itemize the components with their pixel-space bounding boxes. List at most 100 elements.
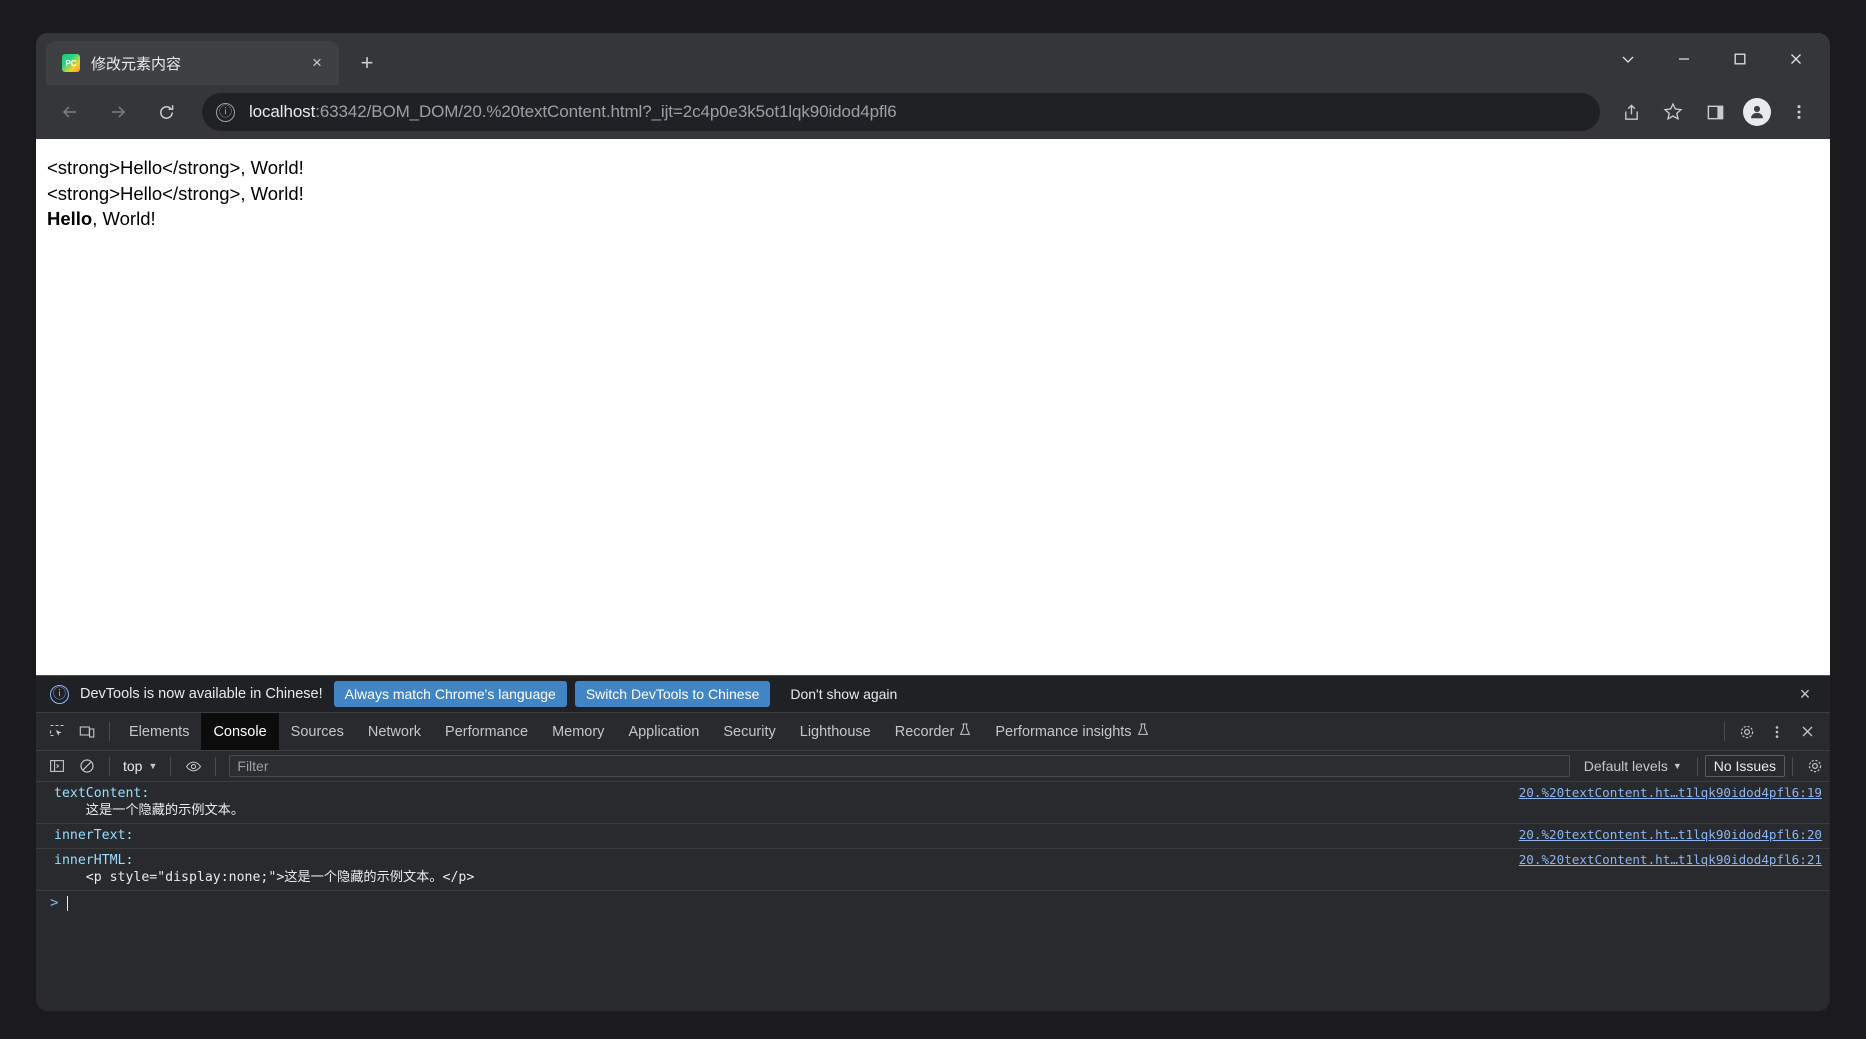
tab-lighthouse[interactable]: Lighthouse	[788, 713, 883, 750]
live-expression-icon[interactable]	[178, 752, 208, 780]
console-source-link[interactable]: 20.%20textContent.ht…t1lqk90idod4pfl6:19	[1519, 785, 1822, 800]
console-message-label: innerHTML:	[54, 853, 134, 868]
divider	[170, 756, 172, 776]
browser-toolbar: ⓘ localhost:63342/BOM_DOM/20.%20textCont…	[36, 85, 1830, 139]
side-panel-icon[interactable]	[1697, 94, 1733, 130]
switch-to-chinese-button[interactable]: Switch DevTools to Chinese	[574, 681, 771, 707]
console-message-label: textContent:	[54, 786, 150, 801]
divider	[109, 756, 110, 776]
tab-application[interactable]: Application	[616, 713, 711, 750]
table-row[interactable]: textContent: 这是一个隐藏的示例文本。 20.%20textCont…	[36, 782, 1830, 824]
divider	[1696, 756, 1698, 776]
page-viewport: <strong>Hello</strong>, World! <strong>H…	[36, 139, 1830, 675]
back-arrow-icon[interactable]	[52, 94, 88, 130]
url-host: localhost	[249, 102, 316, 121]
reload-icon[interactable]	[148, 94, 184, 130]
gear-icon[interactable]	[1732, 718, 1762, 746]
tab-sources[interactable]: Sources	[279, 713, 356, 750]
clear-console-icon[interactable]	[72, 752, 102, 780]
more-vertical-icon[interactable]	[1762, 718, 1792, 746]
forward-arrow-icon[interactable]	[100, 94, 136, 130]
console-context-value: top	[123, 758, 143, 774]
console-message-label: innerText:	[54, 828, 134, 843]
pycharm-icon: PC	[62, 54, 80, 72]
tab-performance[interactable]: Performance	[433, 713, 540, 750]
divider	[1792, 756, 1793, 776]
close-icon[interactable]: ×	[1792, 681, 1818, 707]
console-sidebar-icon[interactable]	[42, 752, 72, 780]
window-controls	[1600, 41, 1824, 77]
tab-elements[interactable]: Elements	[117, 713, 201, 750]
prompt-caret-icon: >	[50, 895, 59, 911]
console-message-text: innerHTML: <p style="display:none;">这是一个…	[54, 852, 1505, 886]
page-line-3-rest: , World!	[92, 208, 156, 229]
chevron-down-icon[interactable]	[1600, 41, 1656, 77]
close-icon[interactable]	[1792, 718, 1822, 746]
devtools-tab-bar: Elements Console Sources Network Perform…	[36, 713, 1830, 751]
tab-memory[interactable]: Memory	[540, 713, 616, 750]
console-prompt[interactable]: >	[36, 891, 1830, 915]
devtools-panel: ⓘ DevTools is now available in Chinese! …	[36, 675, 1830, 1011]
tab-console[interactable]: Console	[201, 713, 279, 750]
chevron-down-icon: ▼	[148, 761, 158, 771]
console-filter-input[interactable]: Filter	[229, 755, 1570, 777]
chevron-down-icon: ▼	[1672, 761, 1682, 771]
devtools-language-banner: ⓘ DevTools is now available in Chinese! …	[36, 676, 1830, 713]
page-line-2: <strong>Hello</strong>, World!	[47, 182, 304, 204]
tab-strip: PC 修改元素内容 × +	[36, 33, 1830, 85]
maximize-icon[interactable]	[1712, 41, 1768, 77]
page-line-1: <strong>Hello</strong>, World!	[47, 157, 304, 178]
banner-message: DevTools is now available in Chinese!	[80, 686, 323, 702]
url-text: localhost:63342/BOM_DOM/20.%20textConten…	[249, 102, 897, 122]
experiment-flask-icon	[1137, 723, 1149, 740]
always-match-language-button[interactable]: Always match Chrome's language	[333, 681, 567, 707]
table-row[interactable]: innerHTML: <p style="display:none;">这是一个…	[36, 849, 1830, 891]
bookmark-star-icon[interactable]	[1655, 94, 1691, 130]
console-message-list[interactable]: textContent: 这是一个隐藏的示例文本。 20.%20textCont…	[36, 782, 1830, 1011]
tab-performance-insights-label: Performance insights	[995, 723, 1132, 740]
console-source-link[interactable]: 20.%20textContent.ht…t1lqk90idod4pfl6:21	[1519, 852, 1822, 867]
close-icon[interactable]	[1768, 41, 1824, 77]
minimize-icon[interactable]	[1656, 41, 1712, 77]
url-path: :63342/BOM_DOM/20.%20textContent.html?_i…	[315, 102, 897, 121]
console-source-link[interactable]: 20.%20textContent.ht…t1lqk90idod4pfl6:20	[1519, 827, 1822, 842]
text-cursor	[67, 895, 69, 911]
console-message-body: <p style="display:none;">这是一个隐藏的示例文本。</p…	[54, 870, 475, 885]
close-icon[interactable]: ×	[305, 51, 329, 75]
console-log-levels-value: Default levels	[1583, 758, 1668, 774]
dont-show-again-button[interactable]: Don't show again	[778, 680, 909, 708]
page-line-3-bold: Hello	[47, 208, 93, 229]
console-message-text: textContent: 这是一个隐藏的示例文本。	[54, 785, 1505, 819]
browser-window: PC 修改元素内容 × + ⓘ localhost:63342/BOM_DOM/…	[36, 33, 1830, 1011]
issues-status-badge[interactable]: No Issues	[1704, 755, 1785, 777]
divider	[1724, 722, 1725, 741]
tab-recorder-label: Recorder	[894, 723, 955, 740]
console-filter-bar: top ▼ Filter Default levels ▼ No Issues	[36, 751, 1830, 782]
tab-security[interactable]: Security	[711, 713, 787, 750]
device-toolbar-icon[interactable]	[72, 718, 102, 746]
tab-network[interactable]: Network	[356, 713, 433, 750]
tab-title: 修改元素内容	[91, 55, 182, 73]
devtools-tab-bar-actions	[1717, 718, 1830, 746]
profile-avatar-icon[interactable]	[1739, 94, 1775, 130]
info-icon: ⓘ	[50, 684, 69, 704]
address-bar[interactable]: ⓘ localhost:63342/BOM_DOM/20.%20textCont…	[202, 93, 1600, 131]
inspect-element-icon[interactable]	[42, 718, 72, 746]
tab-performance-insights[interactable]: Performance insights	[983, 713, 1160, 750]
console-message-text: innerText:	[54, 827, 1505, 844]
divider	[215, 756, 217, 776]
tab-recorder[interactable]: Recorder	[883, 713, 984, 750]
console-message-body: 这是一个隐藏的示例文本。	[54, 803, 245, 818]
divider	[109, 722, 110, 741]
console-log-levels-selector[interactable]: Default levels ▼	[1576, 758, 1690, 774]
table-row[interactable]: innerText: 20.%20textContent.ht…t1lqk90i…	[36, 824, 1830, 849]
console-context-selector[interactable]: top ▼	[117, 758, 163, 774]
share-icon[interactable]	[1613, 94, 1649, 130]
new-tab-button[interactable]: +	[351, 47, 383, 79]
gear-icon[interactable]	[1800, 752, 1830, 780]
browser-tab[interactable]: PC 修改元素内容 ×	[46, 41, 339, 85]
page-line-3: Hello, World!	[47, 206, 1830, 232]
site-info-icon[interactable]: ⓘ	[216, 102, 235, 122]
more-menu-icon[interactable]	[1781, 94, 1817, 130]
experiment-flask-icon	[959, 723, 971, 740]
